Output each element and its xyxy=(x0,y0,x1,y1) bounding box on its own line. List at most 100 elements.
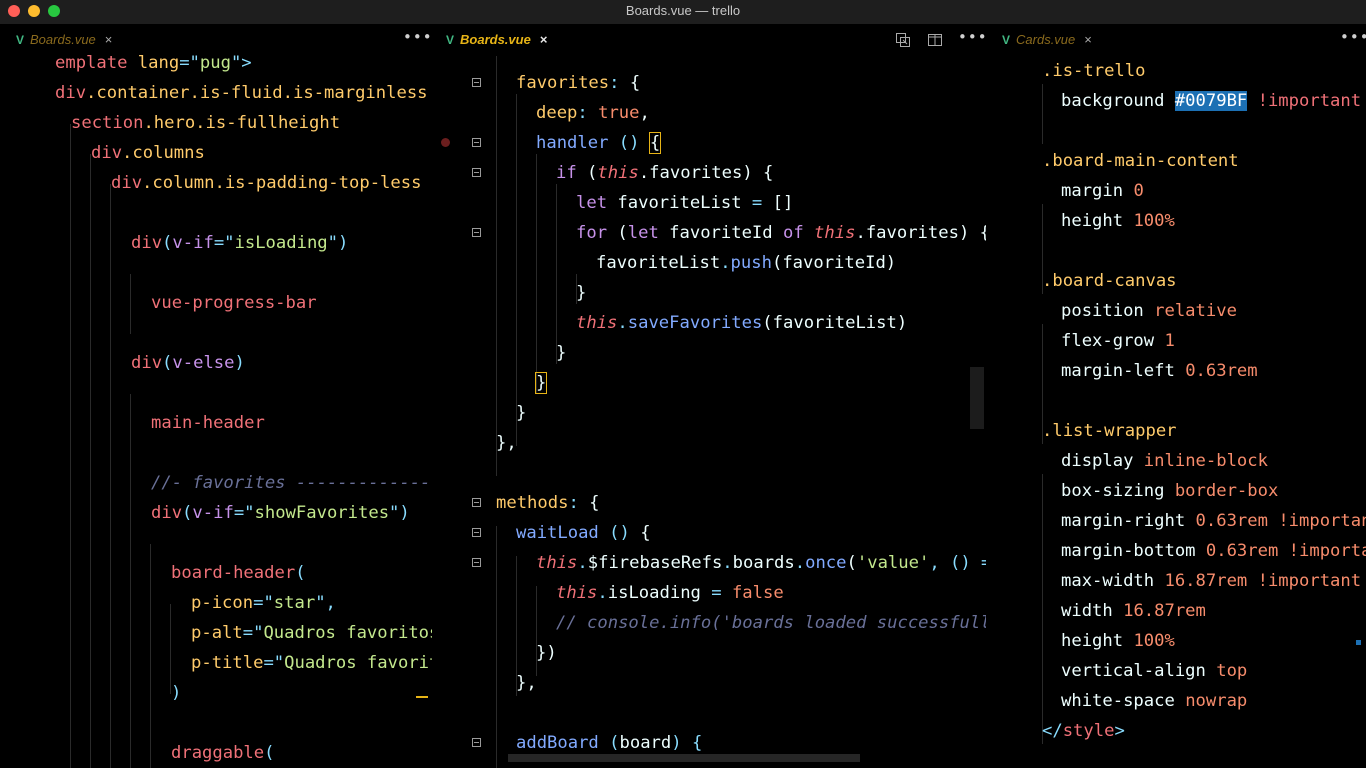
more-icon[interactable]: ••• xyxy=(1340,28,1366,46)
fold-icon[interactable] xyxy=(472,498,481,507)
vertical-scrollbar[interactable] xyxy=(970,367,984,429)
code-line: draggable( xyxy=(171,743,275,763)
tab-cards-vue[interactable]: V Cards.vue × xyxy=(1002,24,1092,56)
editor-pane-middle: V Boards.vue × ••• favorites: { deep: true… xyxy=(438,24,986,768)
code-line: position relative xyxy=(1061,301,1237,321)
indent-guide xyxy=(496,56,497,476)
indent-guide xyxy=(1042,474,1043,744)
code-line: board-header( xyxy=(171,563,306,583)
tab-label: Boards.vue xyxy=(30,32,96,47)
code-line: } xyxy=(516,403,527,423)
code-line: this.$firebaseRefs.boards.once('value', … xyxy=(536,553,986,573)
code-line: p-alt="Quadros favoritos xyxy=(191,623,432,643)
fold-icon[interactable] xyxy=(472,528,481,537)
code-line: .board-canvas xyxy=(1042,271,1177,291)
close-icon[interactable]: × xyxy=(1084,24,1092,56)
code-line: favorites: { xyxy=(516,73,641,93)
code-line: for (let favoriteId of this.favorites) { xyxy=(576,223,986,243)
code-line: favoriteList.push(favoriteId) xyxy=(596,253,897,273)
code-line: waitLoad () { xyxy=(516,523,651,543)
code-editor[interactable]: emplate lang="pug"> div.container.is-flu… xyxy=(0,53,432,768)
code-line: } xyxy=(534,372,548,394)
code-line: vertical-align top xyxy=(1061,661,1248,681)
minimize-window-button[interactable] xyxy=(28,5,40,17)
indent-guide xyxy=(130,394,131,768)
indent-guide xyxy=(556,184,557,364)
code-line: let favoriteList = [] xyxy=(576,193,794,213)
code-line: div(v-if="isLoading") xyxy=(131,233,349,253)
code-line: } xyxy=(556,343,567,363)
code-line: }, xyxy=(516,673,537,693)
code-line: white-space nowrap xyxy=(1061,691,1248,711)
code-line: methods: { xyxy=(496,493,600,513)
code-line: this.isLoading = false xyxy=(556,583,784,603)
tab-label: Boards.vue xyxy=(460,32,531,47)
indent-guide xyxy=(90,154,91,768)
editor-pane-right: V Cards.vue × ••• .is-trello background #0… xyxy=(1000,24,1366,768)
fold-icon[interactable] xyxy=(472,558,481,567)
code-line: .board-main-content xyxy=(1042,151,1239,171)
horizontal-scrollbar[interactable] xyxy=(508,754,860,762)
close-window-button[interactable] xyxy=(8,5,20,17)
fold-icon[interactable] xyxy=(472,738,481,747)
breakpoint-marker[interactable] xyxy=(441,138,450,147)
code-line: div(v-if="showFavorites") xyxy=(151,503,410,523)
fold-icon[interactable] xyxy=(472,228,481,237)
code-line: emplate lang="pug"> xyxy=(55,53,252,73)
editor-pane-left: V Boards.vue × ••• emplate lang="pug"> div… xyxy=(0,24,432,768)
indent-guide xyxy=(496,526,497,768)
fold-icon[interactable] xyxy=(472,78,481,87)
code-line: .list-wrapper xyxy=(1042,421,1177,441)
code-line: margin-bottom 0.63rem !important xyxy=(1061,541,1366,561)
code-line: }) xyxy=(536,643,557,663)
fold-icon[interactable] xyxy=(472,138,481,147)
code-line: div.columns xyxy=(91,143,205,163)
code-line: p-icon="star", xyxy=(191,593,336,613)
code-line: max-width 16.87rem !important xyxy=(1061,571,1362,591)
fold-icon[interactable] xyxy=(472,168,481,177)
code-line: .is-trello xyxy=(1042,61,1146,81)
code-line: display inline-block xyxy=(1061,451,1268,471)
more-icon[interactable]: ••• xyxy=(403,28,432,46)
indent-guide xyxy=(150,544,151,768)
indent-guide xyxy=(130,274,131,334)
code-line: p-title="Quadros favorit xyxy=(191,653,432,673)
maximize-window-button[interactable] xyxy=(48,5,60,17)
code-line: width 16.87rem xyxy=(1061,601,1206,621)
indent-guide xyxy=(70,124,71,768)
code-line: handler () { xyxy=(536,132,662,154)
code-line: vue-progress-bar xyxy=(151,293,317,313)
text-cursor xyxy=(416,696,428,698)
code-line: } xyxy=(576,283,587,303)
title-bar: Boards.vue — trello xyxy=(0,0,1366,24)
code-line: div.column.is-padding-top-less xyxy=(111,173,422,193)
code-line: ) xyxy=(171,683,182,703)
code-editor[interactable]: favorites: { deep: true, handler () { if… xyxy=(438,56,986,768)
tab-label: Cards.vue xyxy=(1016,32,1076,47)
more-icon[interactable]: ••• xyxy=(958,28,986,46)
indent-guide xyxy=(1042,84,1043,144)
close-icon[interactable]: × xyxy=(540,24,548,56)
toggle-preview-icon[interactable] xyxy=(895,32,911,48)
tab-boards-vue-active[interactable]: V Boards.vue × xyxy=(446,24,547,56)
indent-guide xyxy=(516,94,517,446)
indent-guide xyxy=(536,154,537,394)
code-editor[interactable]: .is-trello background #0079BF !important… xyxy=(1000,56,1366,768)
code-line: div.container.is-fluid.is-marginless xyxy=(55,83,428,103)
code-line: }, xyxy=(496,433,517,453)
split-pane-icon[interactable] xyxy=(927,32,943,48)
code-line: height 100% xyxy=(1061,631,1175,651)
code-line: section.hero.is-fullheight xyxy=(71,113,341,133)
code-line: //- favorites ---------------- xyxy=(151,473,432,493)
code-line: height 100% xyxy=(1061,211,1175,231)
tab-bar: V Boards.vue × ••• xyxy=(438,24,986,56)
code-line: deep: true, xyxy=(536,103,650,123)
indent-guide xyxy=(110,184,111,768)
code-line: flex-grow 1 xyxy=(1061,331,1175,351)
code-line: margin-left 0.63rem xyxy=(1061,361,1258,381)
vue-file-icon: V xyxy=(1002,33,1011,47)
code-line: // console.info('boards loaded successfu… xyxy=(556,613,986,633)
vue-file-icon: V xyxy=(446,33,455,47)
code-line: box-sizing border-box xyxy=(1061,481,1279,501)
tab-bar: V Cards.vue × ••• xyxy=(1000,24,1366,56)
